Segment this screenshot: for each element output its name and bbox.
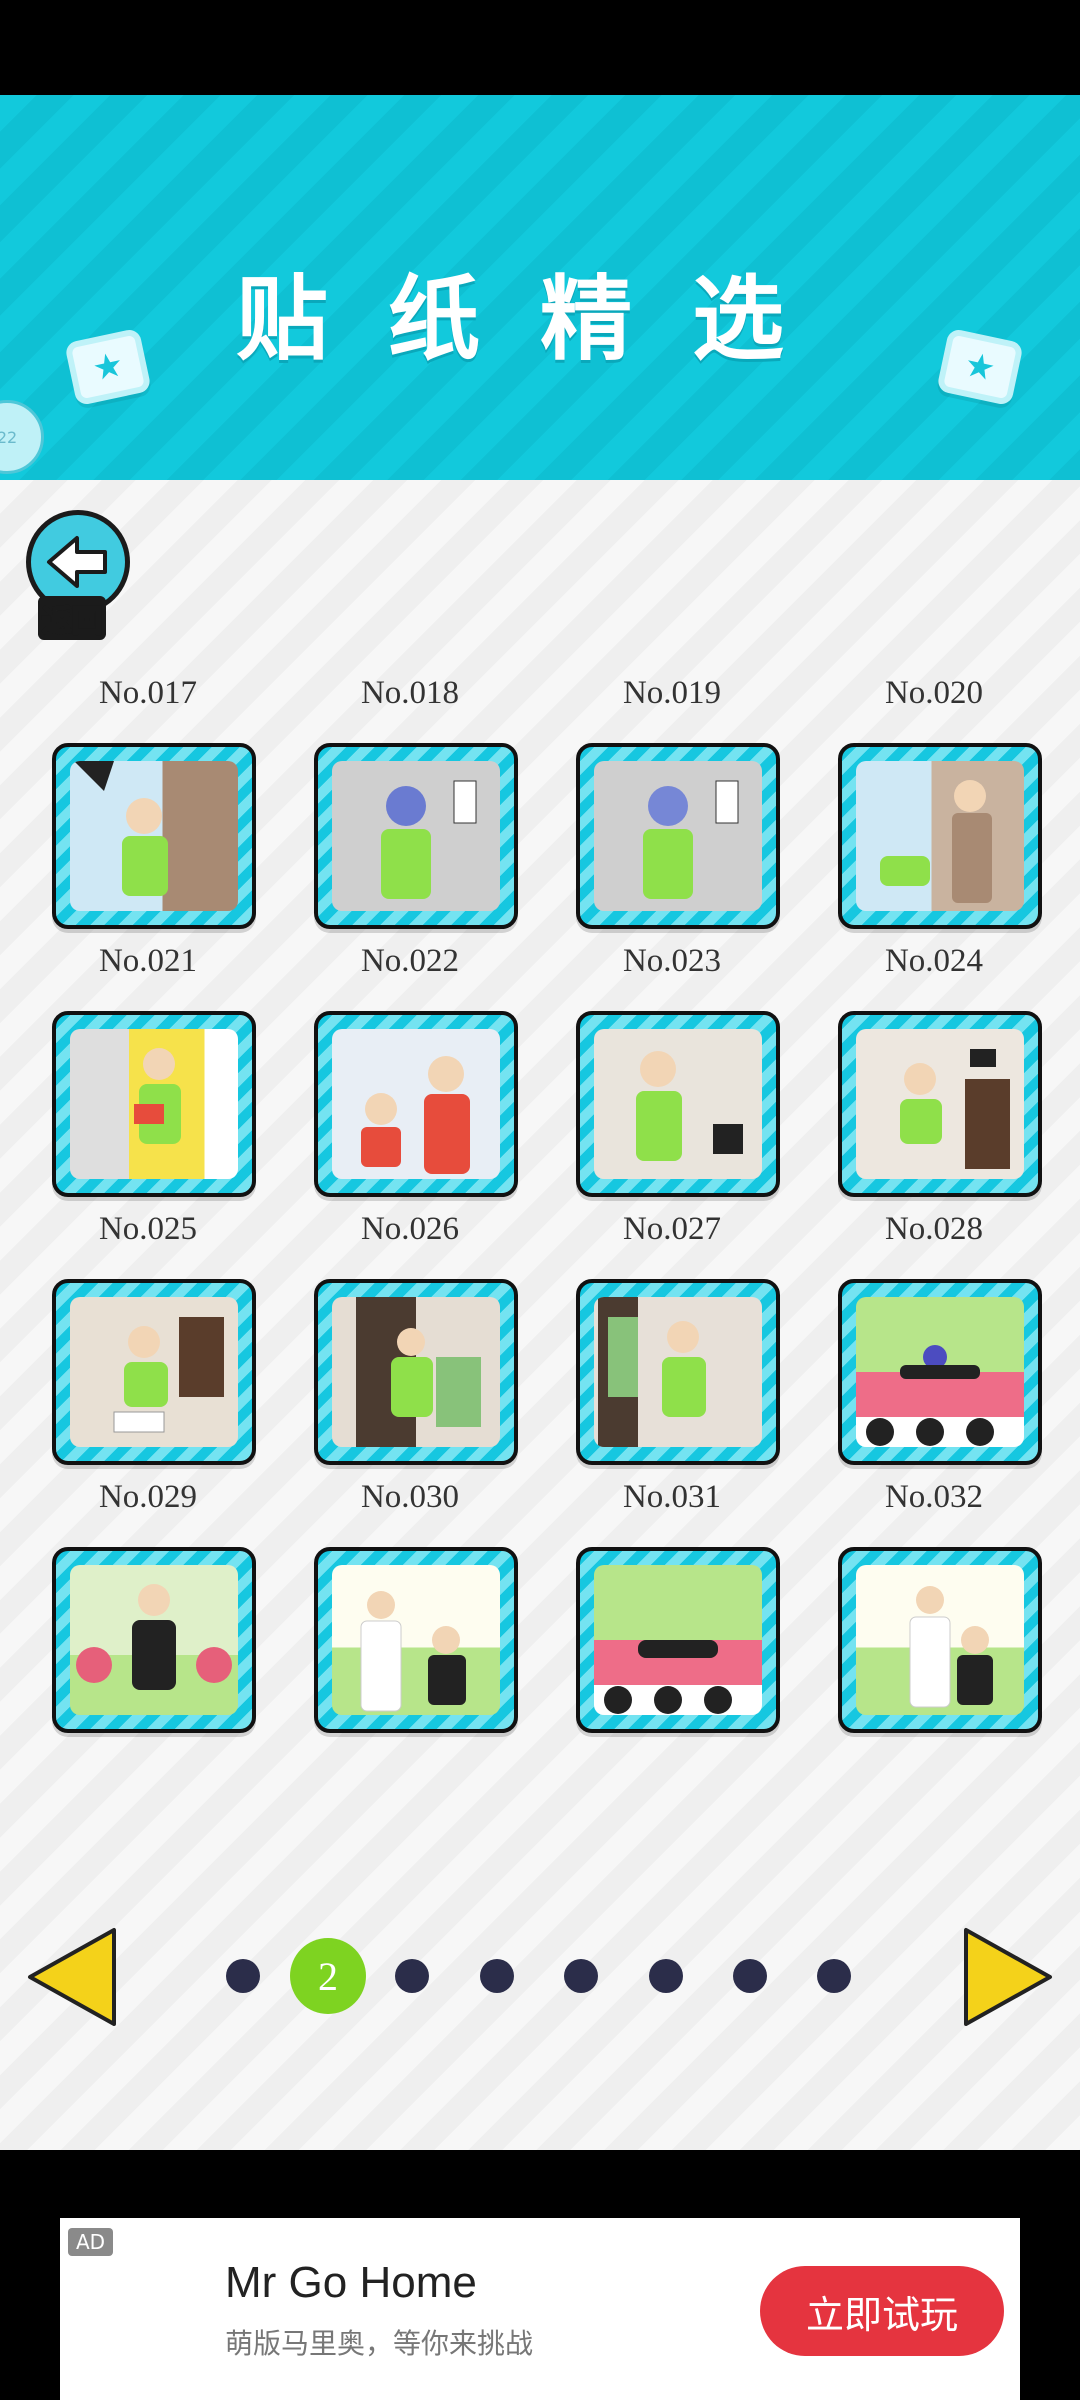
sticker-thumbnail bbox=[880, 780, 992, 903]
sticker-item[interactable]: No.028 bbox=[824, 1211, 1044, 1465]
sticker-thumbnail bbox=[361, 1056, 470, 1174]
sticker-label: No.028 bbox=[884, 1211, 984, 1247]
triangle-right-icon bbox=[964, 1928, 1052, 2026]
sticker-card[interactable] bbox=[314, 743, 518, 929]
sticker-thumbnail bbox=[356, 1297, 481, 1447]
sticker-card[interactable] bbox=[576, 1011, 780, 1197]
sticker-card[interactable] bbox=[838, 1547, 1042, 1733]
page-title: 贴纸精选 bbox=[235, 266, 844, 373]
sticker-item[interactable]: No.025 bbox=[38, 1211, 258, 1465]
page-dot[interactable] bbox=[649, 1959, 683, 1993]
sticker-card[interactable] bbox=[52, 1279, 256, 1465]
sticker-label: No.027 bbox=[622, 1211, 722, 1247]
sticker-card[interactable] bbox=[314, 1279, 518, 1465]
sticker-thumbnail bbox=[866, 1345, 994, 1446]
sticker-item[interactable]: No.026 bbox=[300, 1211, 520, 1465]
sticker-item[interactable]: No.023 bbox=[562, 943, 782, 1197]
ad-cta-button[interactable]: 立即试玩 bbox=[760, 2266, 1004, 2356]
ad-title: Mr Go Home bbox=[225, 2258, 477, 2307]
sticker-thumbnail bbox=[381, 780, 477, 899]
sticker-thumbnail bbox=[134, 1048, 181, 1144]
sticker-label: No.022 bbox=[360, 943, 460, 979]
sticker-card[interactable] bbox=[838, 1011, 1042, 1197]
prev-page-button[interactable] bbox=[22, 1922, 132, 2032]
page-dot-active[interactable]: 2 bbox=[290, 1938, 366, 2014]
sticker-card[interactable] bbox=[314, 1547, 518, 1733]
pagination: 2 bbox=[0, 1920, 1080, 2040]
sticker-card[interactable] bbox=[576, 1547, 780, 1733]
next-page-button[interactable] bbox=[958, 1922, 1068, 2032]
sticker-item[interactable]: No.019 bbox=[562, 675, 782, 929]
sticker-label: No.020 bbox=[884, 675, 984, 711]
sticker-thumbnail bbox=[643, 780, 739, 899]
status-bar-area bbox=[0, 0, 1080, 95]
sticker-card[interactable] bbox=[838, 743, 1042, 929]
sticker-label: No.032 bbox=[884, 1479, 984, 1515]
sticker-thumbnail bbox=[900, 1049, 1010, 1169]
sticker-label: No.026 bbox=[360, 1211, 460, 1247]
page-dot[interactable] bbox=[226, 1959, 260, 1993]
sticker-label: No.023 bbox=[622, 943, 722, 979]
sticker-item[interactable]: No.029 bbox=[38, 1479, 258, 1733]
sticker-label: No.025 bbox=[98, 1211, 198, 1247]
sticker-thumbnail bbox=[604, 1640, 732, 1714]
sticker-thumbnail bbox=[909, 1586, 993, 1708]
sticker-item[interactable]: No.030 bbox=[300, 1479, 520, 1733]
sticker-card[interactable] bbox=[576, 743, 780, 929]
sticker-thumbnail bbox=[636, 1051, 743, 1161]
page-dot[interactable] bbox=[564, 1959, 598, 1993]
sticker-label: No.031 bbox=[622, 1479, 722, 1515]
ad-subtitle: 萌版马里奥，等你来挑战 bbox=[225, 2327, 534, 2360]
sticker-item[interactable]: No.024 bbox=[824, 943, 1044, 1197]
back-label: 返回 bbox=[38, 596, 106, 640]
ad-banner[interactable]: AD Mr Go Home 萌版马里奥，等你来挑战 立即试玩 bbox=[60, 2218, 1020, 2400]
page-dot[interactable] bbox=[733, 1959, 767, 1993]
sticker-item[interactable]: No.031 bbox=[562, 1479, 782, 1733]
page-dot[interactable] bbox=[395, 1959, 429, 1993]
sticker-item[interactable]: No.027 bbox=[562, 1211, 782, 1465]
sticker-card[interactable] bbox=[838, 1279, 1042, 1465]
ad-tag: AD bbox=[68, 2228, 114, 2256]
back-button[interactable]: 返回 bbox=[26, 510, 136, 640]
sticker-label: No.018 bbox=[360, 675, 460, 711]
sticker-item[interactable]: No.021 bbox=[38, 943, 258, 1197]
sticker-label: No.017 bbox=[98, 675, 198, 711]
sticker-label: No.030 bbox=[360, 1479, 460, 1515]
sticker-label: No.024 bbox=[884, 943, 984, 979]
sticker-card[interactable] bbox=[52, 743, 256, 929]
sticker-label: No.019 bbox=[622, 675, 722, 711]
sticker-item[interactable]: No.018 bbox=[300, 675, 520, 929]
sticker-card[interactable] bbox=[314, 1011, 518, 1197]
sticker-label: No.021 bbox=[98, 943, 198, 979]
sticker-thumbnail bbox=[113, 1317, 224, 1433]
sticker-label: No.029 bbox=[98, 1479, 198, 1515]
sticker-item[interactable]: No.032 bbox=[824, 1479, 1044, 1733]
sticker-card[interactable] bbox=[52, 1011, 256, 1197]
page-dot[interactable] bbox=[817, 1959, 851, 1993]
sticker-item[interactable]: No.020 bbox=[824, 675, 1044, 929]
triangle-left-icon bbox=[28, 1928, 116, 2026]
sticker-thumbnail bbox=[598, 1297, 706, 1447]
sticker-thumbnail bbox=[76, 1584, 232, 1690]
sticker-thumbnail bbox=[74, 761, 168, 896]
sticker-thumbnail bbox=[360, 1591, 466, 1712]
sticker-card[interactable] bbox=[576, 1279, 780, 1465]
sticker-item[interactable]: No.022 bbox=[300, 943, 520, 1197]
sticker-item[interactable]: No.017 bbox=[38, 675, 258, 929]
page-dot[interactable] bbox=[480, 1959, 514, 1993]
sticker-card[interactable] bbox=[52, 1547, 256, 1733]
